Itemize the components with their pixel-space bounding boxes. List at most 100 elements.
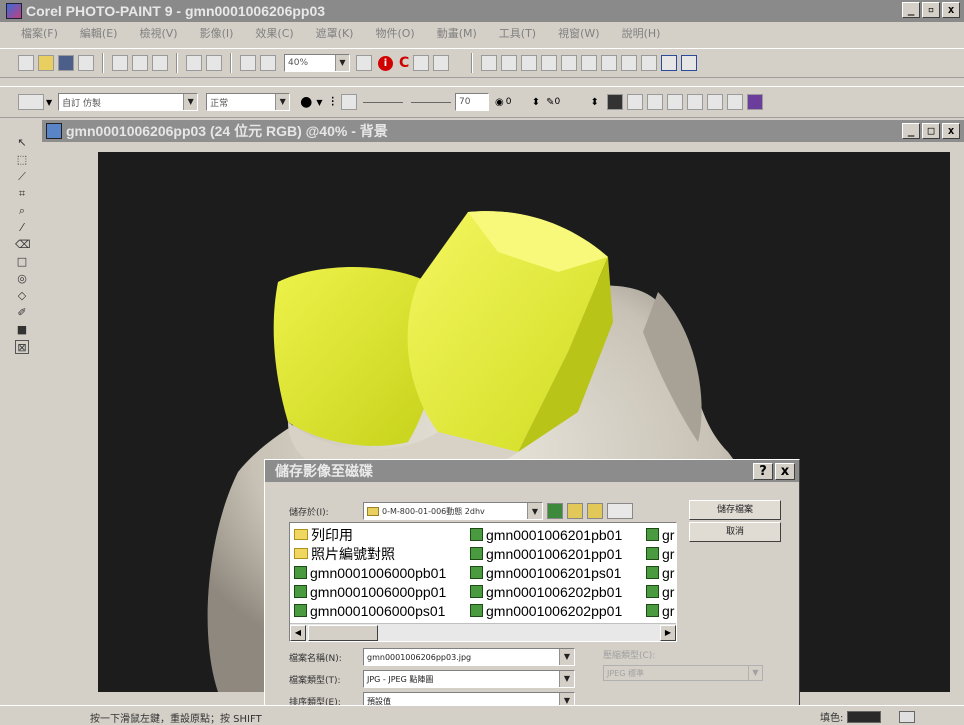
dialog-title-bar[interactable]: 儲存影像至磁碟 ? x (265, 460, 799, 482)
color-variation-icon[interactable] (686, 94, 703, 110)
nib-size-icon[interactable]: ⁝ (331, 94, 335, 110)
list-item[interactable]: gr (646, 563, 674, 582)
crop-tool-icon[interactable]: ⌗ (15, 187, 29, 201)
chevron-down-icon[interactable]: ▼ (183, 94, 198, 110)
corel-c-icon[interactable]: C (399, 55, 409, 71)
pen-settings-icon[interactable] (706, 94, 723, 110)
pick-tool-icon[interactable]: ↖ (15, 136, 29, 150)
list-item[interactable]: gmn0001006000ps01 (294, 601, 446, 620)
menu-effects[interactable]: 效果(C) (244, 25, 304, 41)
import-icon[interactable] (240, 55, 256, 71)
menu-window[interactable]: 視窗(W) (547, 25, 610, 41)
fullscreen-icon[interactable] (681, 55, 698, 71)
rectangle-mask-icon[interactable]: ⬚ (15, 153, 29, 167)
horizontal-scrollbar[interactable]: ◀ ▶ (290, 623, 676, 641)
file-list[interactable]: 列印用 照片編號對照 gmn0001006000pb01 gmn00010060… (289, 522, 677, 642)
menu-mask[interactable]: 遮罩(K) (305, 25, 365, 41)
list-item[interactable]: gmn0001006202pp01 (470, 601, 622, 620)
fill-color-swatch[interactable] (847, 710, 882, 723)
paint-tool-icon[interactable]: ✐ (15, 306, 29, 320)
merge-mode-combo[interactable]: 正常 ▼ (206, 93, 291, 111)
new-folder-icon[interactable] (587, 503, 603, 519)
menu-help[interactable]: 說明(H) (611, 25, 672, 41)
save-icon[interactable] (58, 55, 74, 71)
grid-icon[interactable] (521, 55, 538, 71)
menu-file[interactable]: 檔案(F) (10, 25, 69, 41)
menu-view[interactable]: 檢視(V) (128, 25, 188, 41)
info-icon[interactable]: i (378, 55, 393, 71)
redo-icon[interactable] (206, 55, 222, 71)
fill-tool-icon[interactable]: ◇ (15, 289, 29, 303)
scroll-thumb[interactable] (308, 625, 378, 641)
save-file-button[interactable]: 儲存檔案 (689, 500, 781, 520)
menu-image[interactable]: 影像(I) (189, 25, 245, 41)
restore-button[interactable]: ▫ (922, 2, 940, 18)
eyedropper-icon[interactable]: ⁄ (15, 221, 29, 235)
doc-maximize-button[interactable]: □ (922, 123, 940, 139)
lock-icon[interactable] (746, 94, 763, 110)
menu-edit[interactable]: 編輯(E) (69, 25, 129, 41)
list-item[interactable]: gmn0001006000pb01 (294, 563, 446, 582)
close-button[interactable]: x (942, 2, 960, 18)
zoom-tool-icon[interactable]: ⌕ (15, 204, 29, 218)
list-item[interactable]: gmn0001006201ps01 (470, 563, 622, 582)
list-item[interactable]: gr (646, 544, 674, 563)
new-file-icon[interactable] (18, 55, 34, 71)
chevron-down-icon[interactable]: ▼ (335, 55, 349, 71)
dialog-help-button[interactable]: ? (753, 463, 773, 480)
nib-size-field[interactable]: 70 (454, 93, 489, 111)
dialog-close-button[interactable]: x (775, 463, 795, 480)
menu-movie[interactable]: 動畫(M) (426, 25, 488, 41)
chevron-down-icon[interactable]: ▼ (275, 94, 290, 110)
list-item[interactable]: 列印用 (294, 525, 446, 544)
layers-icon[interactable] (601, 55, 618, 71)
status-indicator[interactable] (899, 710, 916, 723)
orbit-icon[interactable] (666, 94, 683, 110)
scroll-right-icon[interactable]: ▶ (660, 625, 676, 641)
brush-settings-icon[interactable] (541, 55, 558, 71)
app-title-bar[interactable]: Corel PHOTO-PAINT 9 - gmn0001006206pp03 … (0, 0, 964, 22)
spin-icon[interactable]: ⬍ (591, 97, 599, 108)
copy-icon[interactable] (132, 55, 148, 71)
filename-input[interactable]: gmn0001006206pp03.jpg ▼ (363, 648, 575, 666)
window-toggle-icon[interactable] (661, 55, 678, 71)
zoom-level-combo[interactable]: 40% ▼ (284, 54, 350, 72)
list-item[interactable]: gmn0001006202pb01 (470, 582, 622, 601)
mask-icon[interactable] (356, 55, 372, 71)
open-folder-icon[interactable] (38, 55, 54, 71)
save-in-combo[interactable]: 0-M-800-01-006動態 2dhv ▼ (363, 502, 543, 520)
cut-icon[interactable] (112, 55, 128, 71)
chevron-down-icon[interactable]: ▼ (559, 649, 574, 665)
app-icon[interactable] (6, 3, 22, 19)
scroll-left-icon[interactable]: ◀ (290, 625, 306, 641)
nib-round-icon[interactable]: ● (300, 94, 312, 110)
menu-object[interactable]: 物件(O) (364, 25, 425, 41)
frame-icon[interactable] (561, 55, 578, 71)
eraser-tool-icon[interactable]: ⌫ (15, 238, 31, 252)
list-item[interactable]: gmn0001006201pb01 (470, 525, 622, 544)
palette-icon[interactable] (581, 55, 598, 71)
undo-icon[interactable] (186, 55, 202, 71)
objects-docker-icon[interactable] (641, 55, 658, 71)
document-icon[interactable] (46, 123, 62, 139)
chevron-down-icon[interactable]: ▼ (559, 671, 574, 687)
soft-edge-icon[interactable]: ✎ (546, 97, 554, 108)
brush-type-icon[interactable] (18, 94, 44, 110)
document-title-bar[interactable]: gmn0001006206pp03 (24 位元 RGB) @40% - 背景 … (42, 120, 964, 142)
paste-icon[interactable] (152, 55, 168, 71)
chevron-down-icon[interactable]: ▼ (46, 98, 52, 107)
mask-mode-icon[interactable] (501, 55, 518, 71)
minimize-button[interactable]: _ (902, 2, 920, 18)
size-slider[interactable] (362, 101, 403, 103)
print-icon[interactable] (78, 55, 94, 71)
clone-tool-icon[interactable]: ⊠ (15, 340, 29, 354)
object-picker-icon[interactable] (481, 55, 498, 71)
opacity-slider[interactable] (410, 101, 451, 103)
chevron-down-icon[interactable]: ▼ (748, 666, 762, 680)
list-item[interactable]: gr (646, 525, 674, 544)
spin-icon[interactable]: ⬍ (532, 97, 540, 108)
mask-transform-icon[interactable]: ⟋ (15, 170, 29, 184)
doc-minimize-button[interactable]: _ (902, 123, 920, 139)
text-tool-icon[interactable]: ◎ (15, 272, 29, 286)
effect-tool-icon[interactable]: ■ (15, 323, 29, 337)
